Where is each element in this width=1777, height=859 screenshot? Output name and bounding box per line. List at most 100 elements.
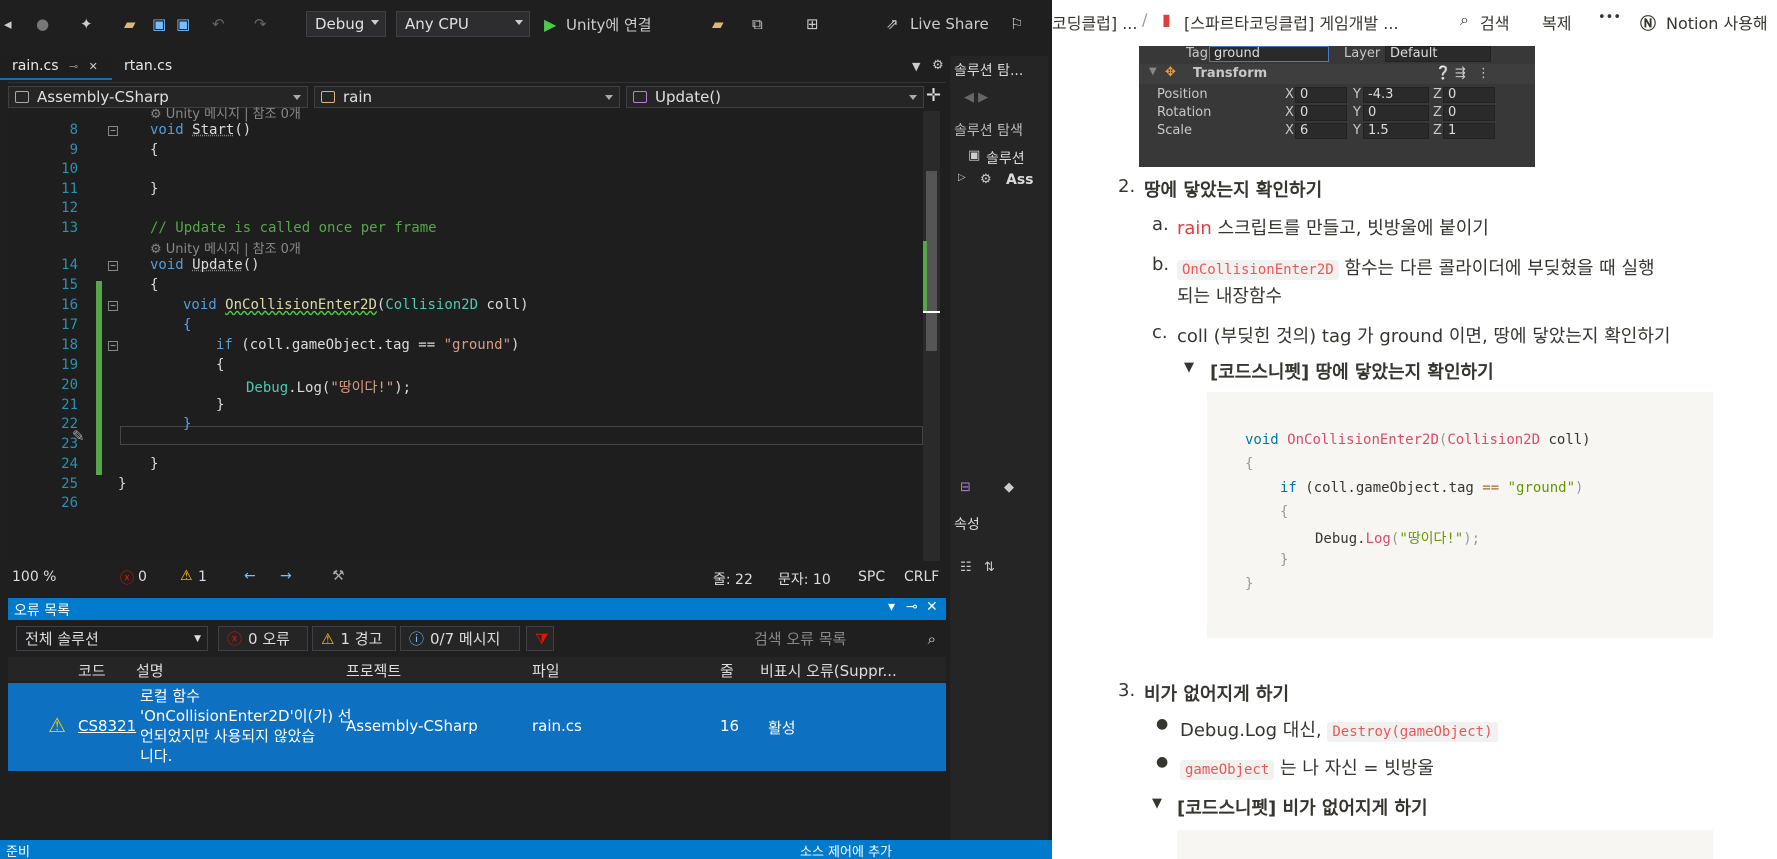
line-number: 14 [61, 257, 78, 273]
dropdown-icon[interactable]: ▾ [888, 599, 895, 615]
toggle-open-icon[interactable]: ▼ [1184, 360, 1194, 375]
tab-list-icon[interactable]: ▼ [912, 60, 920, 73]
error-code-link[interactable]: CS8321 [78, 717, 136, 735]
cond: (coll.gameObject.tag [1296, 480, 1483, 496]
next-icon[interactable]: → [280, 568, 292, 584]
editor-scrollbar[interactable] [923, 111, 940, 561]
zoom-level[interactable]: 100 % [12, 569, 56, 585]
live-share-button[interactable]: Live Share [910, 12, 989, 36]
column-file[interactable]: 파일 [532, 660, 560, 681]
brush-icon[interactable]: ⚒ [332, 568, 345, 584]
column-description[interactable]: 설명 [136, 660, 164, 681]
column-line[interactable]: 줄 [720, 660, 734, 681]
fold-toggle-icon[interactable]: − [108, 301, 118, 311]
project-node[interactable]: Ass [1006, 172, 1034, 188]
pin-icon[interactable]: ⊸ [69, 60, 78, 73]
project-icon: ⚙ [980, 172, 992, 187]
open-folder-icon[interactable]: ▰ [124, 12, 136, 36]
line-number: 23 [61, 436, 78, 452]
window-icon[interactable]: ⧉ [752, 12, 763, 36]
fold-toggle-icon[interactable]: − [108, 341, 118, 351]
brace: { [183, 317, 192, 333]
back-icon[interactable]: ◀ ▶ [964, 90, 988, 105]
platform-value: Any CPU [405, 15, 469, 33]
kw: if [1280, 480, 1297, 496]
breadcrumb-item[interactable]: 코딩클럽] ... [1052, 10, 1137, 34]
member-dropdown[interactable]: Update() [626, 86, 924, 108]
param: coll) [1540, 432, 1591, 448]
filter-icon[interactable]: ⧩ [526, 626, 554, 651]
brace: { [216, 357, 225, 373]
column-code[interactable]: 코드 [78, 660, 106, 681]
column-project[interactable]: 프로젝트 [346, 660, 401, 681]
char-indicator[interactable]: 문자: 10 [778, 569, 831, 589]
save-icon[interactable]: ▣ [152, 12, 166, 36]
switch-view-icon[interactable]: ⊟ [960, 480, 971, 495]
toggle-snippet-1[interactable]: [코드스니펫] 땅에 닿았는지 확인하기 [1210, 358, 1494, 384]
properties-title: 속성 [954, 517, 980, 533]
tab-rain[interactable]: rain.cs ⊸ ✕ [0, 56, 112, 80]
categorized-icon[interactable]: ☷ [960, 560, 972, 575]
codelens-update-text: Unity 메시지 | 참조 0개 [165, 242, 301, 257]
solution-explorer: 솔루션 탐... ◀ ▶ 솔루션 탐색 ▣ 솔루션 ▷ ⚙ Ass ⊟ ◆ 속성… [950, 56, 1048, 856]
line-number: 22 [61, 416, 78, 432]
platform-select[interactable]: Any CPU [396, 11, 530, 37]
prev-icon[interactable]: ← [244, 568, 256, 584]
solution-node[interactable]: 솔루션 [986, 148, 1025, 168]
line-indicator[interactable]: 줄: 22 [713, 569, 753, 589]
warnings-filter-button[interactable]: ⚠ 1 경고 [312, 626, 396, 651]
split-icon[interactable]: ✛ [926, 85, 941, 106]
back-icon[interactable]: ◂ [4, 12, 12, 36]
scope-select[interactable]: 전체 솔루션 ▼ [16, 626, 208, 651]
expand-icon[interactable]: ▷ [958, 172, 966, 183]
source-control-button[interactable]: 소스 제어에 추가 [800, 841, 892, 859]
code-block[interactable]: void OnCollisionEnter2D(Collision2D coll… [1207, 392, 1713, 638]
transform-row-label: Rotation [1157, 105, 1212, 120]
code-block-2[interactable] [1177, 830, 1713, 859]
fold-toggle-icon[interactable]: − [108, 261, 118, 271]
code-editor[interactable]: ✎ 8−9 10 11 12 13 14−15 16−17 18−19 20 21 22 23 24 25… [8, 107, 940, 561]
undo-icon[interactable]: ↶ [212, 12, 225, 36]
transform-row-label: Position [1157, 87, 1208, 102]
alphabetical-icon[interactable]: ⇅ [984, 560, 995, 575]
run-button[interactable]: Unity에 연결 [566, 12, 652, 36]
close-icon[interactable]: ✕ [926, 599, 938, 615]
redo-icon[interactable]: ↷ [254, 12, 267, 36]
folder-icon[interactable]: ▰ [712, 12, 724, 36]
save-all-icon[interactable]: ▣ [176, 12, 190, 36]
axis-label: Y [1353, 123, 1361, 138]
live-share-icon[interactable]: ⇗ [886, 12, 899, 36]
breadcrumb-item[interactable]: [스파르타코딩클럽] 게임개발 ... [1184, 10, 1399, 34]
messages-filter-button[interactable]: ⓘ 0/7 메시지 [400, 626, 520, 651]
tab-rtan[interactable]: rtan.cs [112, 56, 192, 80]
forward-icon[interactable]: ● [36, 12, 49, 36]
book-icon: ▮ [1162, 10, 1171, 29]
class-dropdown[interactable]: rain [314, 86, 620, 108]
toggle-open-icon[interactable]: ▼ [1152, 796, 1162, 811]
search-button[interactable]: 검색 [1480, 10, 1509, 34]
search-error-list[interactable]: 검색 오류 목록 ⌕ [746, 626, 946, 651]
close-icon[interactable]: ✕ [89, 60, 98, 73]
line-number: 19 [61, 357, 78, 373]
warning-count[interactable]: 1 [198, 569, 207, 585]
duplicate-button[interactable]: 복제 [1542, 10, 1571, 34]
error-row[interactable]: ⚠ CS8321 로컬 함수 'OnCollisionEnter2D'이(가) … [8, 683, 946, 771]
settings-icon[interactable]: ⚙ [932, 58, 944, 73]
feedback-icon[interactable]: ⚐ [1010, 12, 1023, 36]
toggle-snippet-2[interactable]: [코드스니펫] 비가 없어지게 하기 [1177, 794, 1428, 820]
spc-indicator[interactable]: SPC [858, 569, 885, 585]
new-item-icon[interactable]: ✦ [80, 12, 93, 36]
play-icon[interactable]: ▶ [544, 12, 556, 36]
config-select[interactable]: Debug [306, 11, 386, 37]
errors-filter-button[interactable]: ⓧ 0 오류 [218, 626, 308, 651]
column-suppression[interactable]: 비표시 오류(Suppr... [760, 660, 897, 681]
crlf-indicator[interactable]: CRLF [904, 569, 939, 585]
git-icon[interactable]: ◆ [1004, 480, 1014, 495]
use-notion-button[interactable]: Notion 사용해 [1666, 10, 1768, 34]
error-count[interactable]: 0 [138, 569, 147, 585]
layout-icon[interactable]: ⊞ [806, 12, 819, 36]
pin-icon[interactable]: ⊸ [906, 599, 918, 615]
more-button[interactable]: ••• [1598, 10, 1621, 25]
fold-toggle-icon[interactable]: − [108, 126, 118, 136]
scroll-thumb[interactable] [926, 171, 937, 351]
